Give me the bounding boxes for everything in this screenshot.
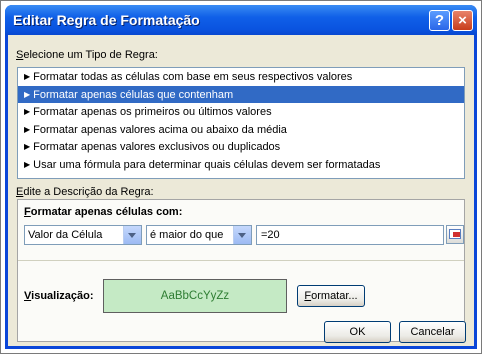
description-label: Edite a Descrição da Regra: <box>16 186 154 198</box>
play-arrow-icon: ▶ <box>24 124 31 134</box>
rule-type-item[interactable]: ▶ Formatar todas as células com base em s… <box>18 68 464 86</box>
rule-type-item[interactable]: ▶ Usar uma fórmula para determinar quais … <box>18 156 464 174</box>
operator-value: é maior do que <box>150 229 224 241</box>
play-arrow-icon: ▶ <box>24 89 31 99</box>
rule-type-label: Selecione um Tipo de Regra: <box>16 49 158 61</box>
rule-description-panel: Formatar apenas células com: Valor da Cé… <box>17 199 465 342</box>
value-input[interactable]: =20 <box>256 225 444 245</box>
chevron-down-icon[interactable] <box>233 226 251 244</box>
play-arrow-icon: ▶ <box>24 142 31 151</box>
dialog-window: Editar Regra de Formatação ? × Selecione… <box>5 5 477 349</box>
play-arrow-icon: ▶ <box>24 107 31 116</box>
play-arrow-icon: ▶ <box>24 72 31 81</box>
condition-field-select[interactable]: Valor da Célula <box>24 225 142 245</box>
close-icon: × <box>458 12 467 29</box>
help-icon: ? <box>434 12 445 29</box>
cancel-button[interactable]: Cancelar <box>399 321 466 343</box>
rule-type-item-selected[interactable]: ▶ Formatar apenas células que contenham <box>18 85 464 103</box>
collapse-dialog-button[interactable] <box>446 225 464 244</box>
rule-type-item[interactable]: ▶ Formatar apenas valores exclusivos ou d… <box>18 138 464 156</box>
format-button[interactable]: Formatar... <box>297 285 365 307</box>
rule-type-item[interactable]: ▶ Formatar apenas valores acima ou abaixo… <box>18 121 464 139</box>
preview-sample: AaBbCcYyZz <box>103 279 287 313</box>
condition-field-value: Valor da Célula <box>28 229 103 241</box>
chevron-down-icon[interactable] <box>123 226 141 244</box>
operator-select[interactable]: é maior do que <box>146 225 252 245</box>
ok-button[interactable]: OK <box>324 321 391 343</box>
preview-label: Visualização: <box>24 290 94 302</box>
screenshot-frame: Editar Regra de Formatação ? × Selecione… <box>0 0 482 354</box>
divider <box>18 260 464 261</box>
rule-type-item[interactable]: ▶ Formatar apenas os primeiros ou últimos… <box>18 103 464 121</box>
description-heading: Formatar apenas células com: <box>24 206 183 218</box>
title-bar[interactable]: Editar Regra de Formatação ? × <box>5 5 477 35</box>
dialog-title: Editar Regra de Formatação <box>13 12 200 28</box>
play-arrow-icon: ▶ <box>24 159 31 169</box>
close-button[interactable]: × <box>452 10 473 31</box>
dialog-body: Selecione um Tipo de Regra: ▶ Formatar to… <box>8 35 474 346</box>
help-button[interactable]: ? <box>429 10 450 31</box>
rule-type-list[interactable]: ▶ Formatar todas as células com base em s… <box>17 67 465 179</box>
